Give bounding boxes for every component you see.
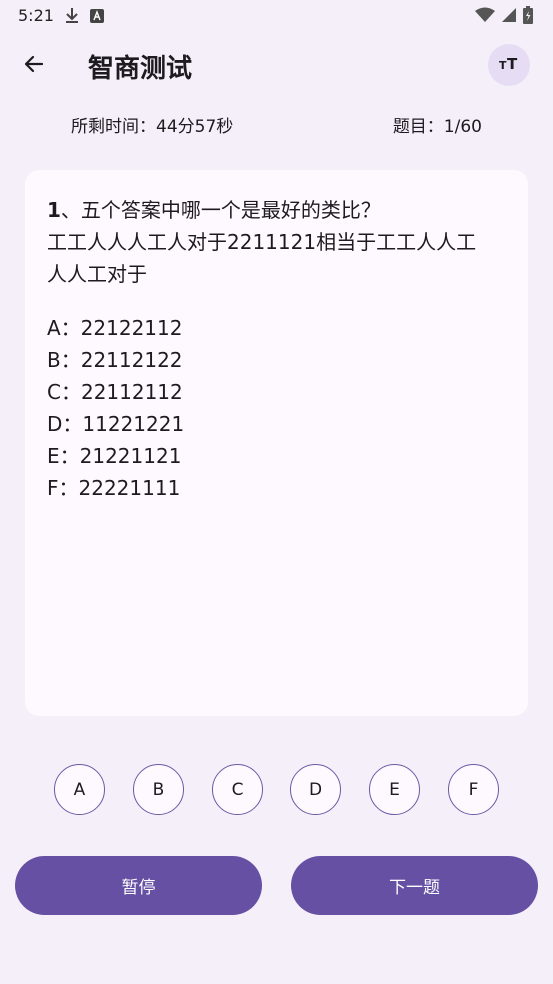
answer-button-f[interactable]: F xyxy=(448,764,499,815)
question-title: 1、五个答案中哪一个是最好的类比？ xyxy=(47,194,506,226)
option-b: B：22112122 xyxy=(47,348,183,372)
status-time: 5:21 xyxy=(18,6,54,25)
arrow-left-icon xyxy=(22,52,46,80)
svg-text:T: T xyxy=(499,59,507,71)
question-card: 1、五个答案中哪一个是最好的类比？ 工工人人人工人对于2211121相当于工工人… xyxy=(25,170,528,716)
answer-button-c[interactable]: C xyxy=(212,764,263,815)
battery-icon xyxy=(523,6,533,28)
page-title: 智商测试 xyxy=(88,54,193,84)
pause-button[interactable]: 暂停 xyxy=(15,856,262,915)
signal-icon xyxy=(501,7,517,27)
font-size-button[interactable]: T T xyxy=(488,44,530,86)
a-letter-icon xyxy=(90,8,104,27)
time-remaining: 所剩时间：44分57秒 xyxy=(71,117,234,137)
option-c: C：22112112 xyxy=(47,380,183,404)
app-bar: 智商测试 T T xyxy=(0,36,553,94)
info-row: 所剩时间：44分57秒 题目：1/60 xyxy=(0,112,553,137)
question-counter: 题目：1/60 xyxy=(392,117,482,137)
next-question-button[interactable]: 下一题 xyxy=(291,856,538,915)
option-d: D：11221221 xyxy=(47,412,185,436)
question-text: 、五个答案中哪一个是最好的类比？ xyxy=(60,198,381,222)
back-button[interactable] xyxy=(14,46,54,86)
answer-button-a[interactable]: A xyxy=(54,764,105,815)
font-size-icon: T T xyxy=(499,55,519,75)
answer-choices: A B C D E F xyxy=(0,764,553,816)
download-icon xyxy=(64,6,80,28)
wifi-icon xyxy=(475,7,495,27)
svg-text:T: T xyxy=(507,55,518,71)
option-f: F：22221111 xyxy=(47,476,181,500)
answer-button-b[interactable]: B xyxy=(133,764,184,815)
question-body-line-2: 人人工对于 xyxy=(47,262,147,286)
option-a: A：22122112 xyxy=(47,316,183,340)
option-e: E：21221121 xyxy=(47,444,182,468)
question-body-line-1: 工工人人人工人对于2211121相当于工工人人工 xyxy=(47,230,477,254)
answer-button-e[interactable]: E xyxy=(369,764,420,815)
status-bar: 5:21 xyxy=(0,0,553,32)
answer-button-d[interactable]: D xyxy=(290,764,341,815)
question-number: 1 xyxy=(47,198,61,222)
